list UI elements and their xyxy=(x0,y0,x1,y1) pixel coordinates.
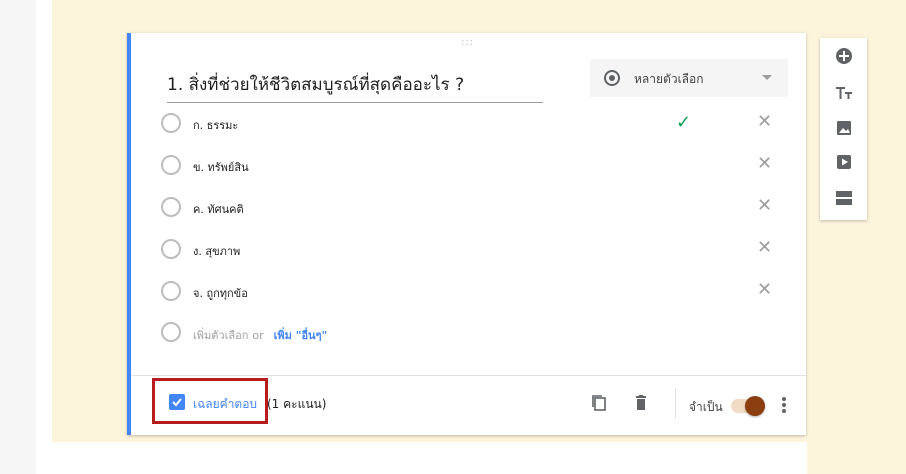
option-label[interactable]: ก. ธรรมะ xyxy=(193,116,238,134)
remove-option-icon[interactable]: ✕ xyxy=(757,153,772,174)
section-icon[interactable] xyxy=(834,188,854,208)
option-row[interactable]: จ. ถูกทุกข้อ ✕ xyxy=(161,279,781,303)
form-editor: ::: 1. สิ่งที่ช่วยให้ชีวิตสมบูรณ์ที่สุดค… xyxy=(0,0,906,474)
question-type-select[interactable]: หลายตัวเลือก xyxy=(590,59,788,97)
answer-key-button[interactable]: เฉลยคำตอบ xyxy=(152,378,268,424)
option-label[interactable]: จ. ถูกทุกข้อ xyxy=(193,284,248,302)
add-or-text: or xyxy=(252,329,264,342)
add-circle-icon[interactable] xyxy=(834,46,854,66)
answer-key-label: เฉลยคำตอบ xyxy=(193,397,258,411)
radio-button-icon xyxy=(161,155,181,175)
radio-button-icon xyxy=(161,281,181,301)
radio-button-icon xyxy=(161,239,181,259)
correct-check-icon: ✓ xyxy=(676,112,692,133)
answer-key-icon xyxy=(169,394,185,410)
footer-divider xyxy=(131,375,806,376)
trash-icon[interactable] xyxy=(631,393,651,413)
option-label[interactable]: ข. ทรัพย์สิน xyxy=(193,158,249,176)
add-option-link[interactable]: เพิ่มตัวเลือก xyxy=(193,329,248,342)
question-card[interactable]: ::: 1. สิ่งที่ช่วยให้ชีวิตสมบูรณ์ที่สุดค… xyxy=(127,33,806,435)
option-row[interactable]: ข. ทรัพย์สิน ✕ xyxy=(161,153,781,177)
option-row[interactable]: ง. สุขภาพ ✕ xyxy=(161,237,781,261)
title-text-icon[interactable] xyxy=(834,83,854,103)
footer-separator xyxy=(675,388,676,418)
option-row[interactable]: ค. ทัศนคติ ✕ xyxy=(161,195,781,219)
copy-icon[interactable] xyxy=(589,393,609,413)
radio-button-icon xyxy=(161,113,181,133)
video-icon[interactable] xyxy=(834,152,854,172)
caret-down-icon xyxy=(762,75,772,80)
drag-handle-icon[interactable]: ::: xyxy=(461,37,474,48)
left-gutter xyxy=(0,0,36,474)
remove-option-icon[interactable]: ✕ xyxy=(757,195,772,216)
more-vert-icon[interactable] xyxy=(779,395,789,415)
side-toolbar xyxy=(820,38,867,220)
points-label: (1 คะแนน) xyxy=(267,397,327,411)
remove-option-icon[interactable]: ✕ xyxy=(757,279,772,300)
question-title-input[interactable]: 1. สิ่งที่ช่วยให้ชีวิตสมบูรณ์ที่สุดคืออะ… xyxy=(167,71,543,103)
radio-button-icon xyxy=(161,197,181,217)
required-label: จำเป็น xyxy=(689,400,723,414)
question-type-label: หลายตัวเลือก xyxy=(634,72,704,86)
remove-option-icon[interactable]: ✕ xyxy=(757,111,772,132)
radio-button-icon xyxy=(161,322,181,342)
option-label[interactable]: ค. ทัศนคติ xyxy=(193,200,244,218)
option-label[interactable]: ง. สุขภาพ xyxy=(193,242,240,260)
radio-type-icon xyxy=(604,70,620,86)
remove-option-icon[interactable]: ✕ xyxy=(757,237,772,258)
add-other-link[interactable]: เพิ่ม "อื่นๆ" xyxy=(274,329,328,342)
required-toggle-knob[interactable] xyxy=(745,396,765,416)
add-option-row: เพิ่มตัวเลือก or เพิ่ม "อื่นๆ" xyxy=(161,320,561,344)
image-icon[interactable] xyxy=(834,118,854,138)
option-row[interactable]: ก. ธรรมะ ✓ ✕ xyxy=(161,111,781,135)
